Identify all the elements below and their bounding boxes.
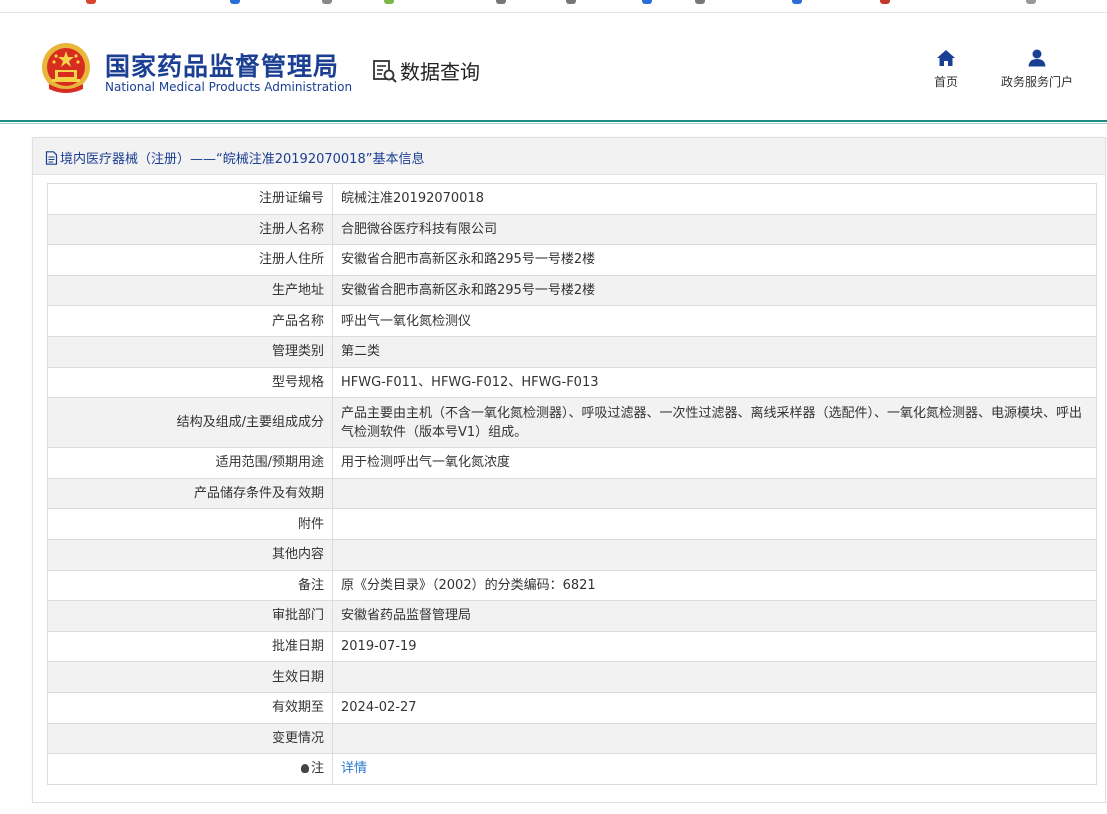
field-label: 注册证编号	[47, 183, 333, 215]
panel-title-text: 境内医疗器械（注册）——“皖械注准20192070018”基本信息	[60, 152, 425, 167]
field-value	[332, 508, 1097, 540]
field-value	[332, 722, 1097, 755]
field-label: 有效期至	[47, 691, 333, 724]
field-value	[332, 538, 1097, 571]
document-icon	[45, 150, 58, 165]
site-header: 国家药品监督管理局 National Medical Products Admi…	[0, 13, 1107, 120]
field-label: 适用范围/预期用途	[47, 447, 333, 479]
field-label: 结构及组成/主要组成成分	[47, 397, 333, 449]
browser-bookmark-strip	[0, 0, 1107, 13]
note-value-cell: 详情	[332, 753, 1097, 785]
table-row: 注册人名称 合肥微谷医疗科技有限公司	[47, 213, 1097, 246]
table-row: 附件	[47, 508, 1097, 540]
header-divider-shadow	[0, 123, 1107, 124]
data-query-label: 数据查询	[400, 60, 480, 84]
table-row: 型号规格 HFWG-F011、HFWG-F012、HFWG-F013	[47, 366, 1097, 399]
field-value: HFWG-F011、HFWG-F012、HFWG-F013	[332, 366, 1097, 399]
data-query-title: 数据查询	[372, 56, 480, 85]
field-value: 安徽省合肥市高新区永和路295号一号楼2楼	[332, 244, 1097, 276]
lightbulb-icon	[300, 764, 309, 774]
note-label: 注	[310, 761, 324, 777]
header-divider	[0, 120, 1107, 122]
nav-home-link[interactable]: 首页	[926, 49, 966, 90]
nav-portal-link[interactable]: 政务服务门户	[990, 49, 1084, 90]
table-row: 审批部门 安徽省药品监督管理局	[47, 600, 1097, 632]
field-value: 2024-02-27	[332, 691, 1097, 724]
field-label: 变更情况	[47, 722, 333, 755]
field-value	[332, 661, 1097, 693]
field-value: 皖械注准20192070018	[332, 183, 1097, 215]
table-row: 有效期至 2024-02-27	[47, 691, 1097, 724]
panel-header: 境内医疗器械（注册）——“皖械注准20192070018”基本信息	[33, 138, 1105, 175]
document-search-icon	[373, 59, 397, 83]
field-label: 产品储存条件及有效期	[47, 477, 333, 510]
field-label: 管理类别	[47, 335, 333, 368]
table-row: 备注 原《分类目录》（2002）的分类编码：6821	[47, 569, 1097, 602]
table-row: 注册证编号 皖械注准20192070018	[47, 183, 1097, 215]
field-label: 附件	[47, 508, 333, 540]
national-emblem-logo	[42, 43, 90, 93]
field-value: 用于检测呼出气一氧化氮浓度	[332, 447, 1097, 479]
panel-title: 境内医疗器械（注册）——“皖械注准20192070018”基本信息	[45, 148, 424, 167]
table-row: 注册人住所 安徽省合肥市高新区永和路295号一号楼2楼	[47, 244, 1097, 276]
details-link[interactable]: 详情	[341, 761, 367, 776]
field-label: 审批部门	[47, 600, 333, 632]
field-value: 安徽省药品监督管理局	[332, 600, 1097, 632]
nav-home-label: 首页	[933, 75, 958, 89]
field-value: 第二类	[332, 335, 1097, 368]
table-row: 批准日期 2019-07-19	[47, 630, 1097, 663]
field-value: 合肥微谷医疗科技有限公司	[332, 213, 1097, 246]
agency-name-en[interactable]: National Medical Products Administration	[105, 80, 352, 94]
table-row: 其他内容	[47, 538, 1097, 571]
field-value: 2019-07-19	[332, 630, 1097, 663]
table-row: 结构及组成/主要组成成分 产品主要由主机（不含一氧化氮检测器）、呼吸过滤器、一次性…	[47, 397, 1097, 449]
table-row: 注 详情	[47, 753, 1097, 785]
field-value	[332, 477, 1097, 510]
user-icon	[1028, 49, 1046, 67]
field-label: 备注	[47, 569, 333, 602]
field-label: 其他内容	[47, 538, 333, 571]
registration-info-table: 注册证编号 皖械注准20192070018 注册人名称 合肥微谷医疗科技有限公司 注…	[47, 183, 1097, 785]
home-icon	[937, 50, 955, 66]
field-label: 型号规格	[47, 366, 333, 399]
table-row: 管理类别 第二类	[47, 335, 1097, 368]
agency-name-cn[interactable]: 国家药品监督管理局	[105, 47, 339, 83]
table-row: 生效日期	[47, 661, 1097, 693]
table-row: 产品储存条件及有效期	[47, 477, 1097, 510]
field-label: 批准日期	[47, 630, 333, 663]
table-row: 变更情况	[47, 722, 1097, 755]
field-label: 注册人住所	[47, 244, 333, 276]
field-label: 产品名称	[47, 305, 333, 337]
field-label: 生产地址	[47, 274, 333, 307]
field-value: 安徽省合肥市高新区永和路295号一号楼2楼	[332, 274, 1097, 307]
table-row: 产品名称 呼出气一氧化氮检测仪	[47, 305, 1097, 337]
table-row: 适用范围/预期用途 用于检测呼出气一氧化氮浓度	[47, 447, 1097, 479]
field-value: 产品主要由主机（不含一氧化氮检测器）、呼吸过滤器、一次性过滤器、离线采样器（选配…	[332, 397, 1097, 449]
note-label-cell: 注	[47, 753, 333, 785]
table-row: 生产地址 安徽省合肥市高新区永和路295号一号楼2楼	[47, 274, 1097, 307]
field-label: 生效日期	[47, 661, 333, 693]
nav-portal-label: 政务服务门户	[1000, 75, 1073, 89]
field-label: 注册人名称	[47, 213, 333, 246]
detail-panel: 境内医疗器械（注册）——“皖械注准20192070018”基本信息 注册证编号皖…	[32, 137, 1106, 803]
field-value: 原《分类目录》（2002）的分类编码：6821	[332, 569, 1097, 602]
field-value: 呼出气一氧化氮检测仪	[332, 305, 1097, 337]
